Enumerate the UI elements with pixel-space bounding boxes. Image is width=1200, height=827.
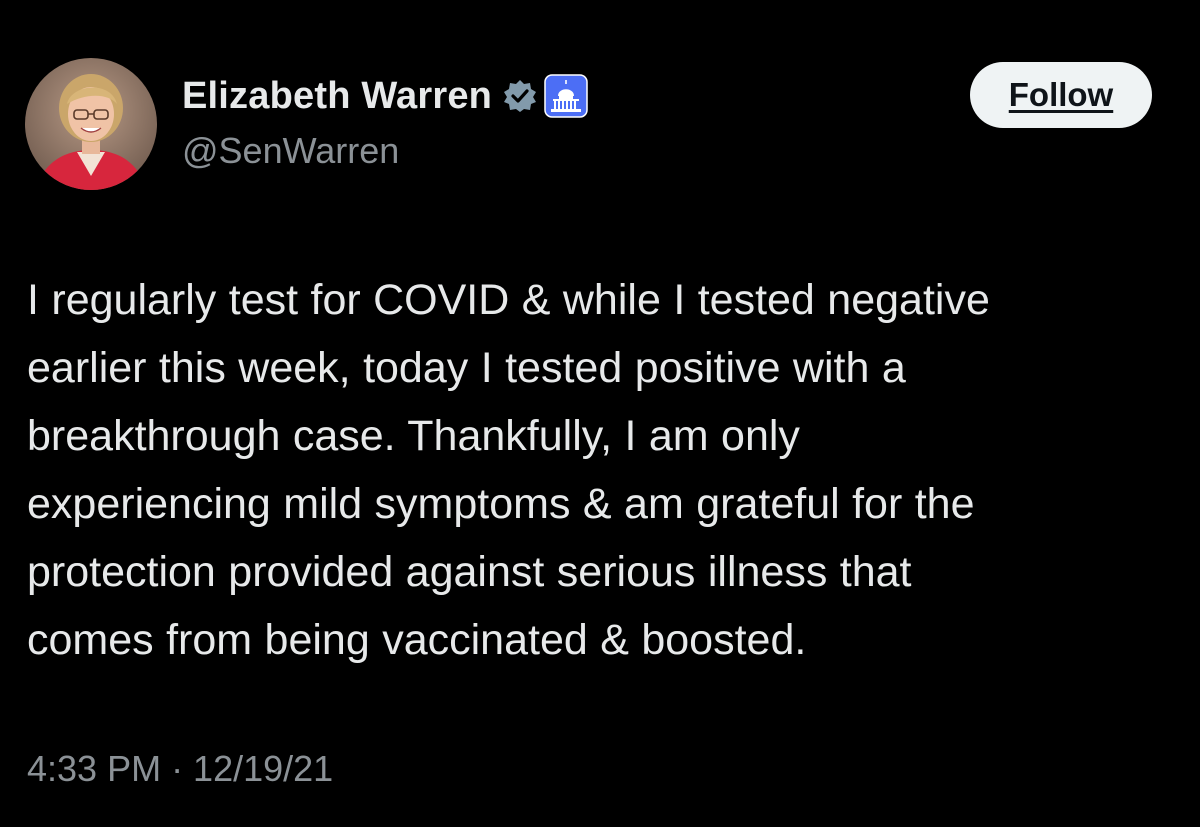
tweet-text-line: I regularly test for COVID & while I tes… (27, 276, 990, 324)
tweet-text-line: comes from being vaccinated & boosted. (27, 616, 807, 664)
tweet-body: I regularly test for COVID & while I tes… (27, 266, 1177, 674)
tweet-text-line: experiencing mild symptoms & am grateful… (27, 480, 975, 528)
tweet-text-line: protection provided against serious illn… (27, 548, 912, 596)
tweet-timestamp[interactable]: 4:33 PM · 12/19/21 (27, 748, 333, 790)
profile-photo-icon (25, 58, 157, 190)
author-name-row: Elizabeth Warren (182, 72, 588, 120)
tweet-text-line: breakthrough case. Thankfully, I am only (27, 412, 800, 460)
author-handle[interactable]: @SenWarren (182, 130, 399, 172)
us-government-capitol-icon (544, 74, 588, 118)
tweet-card: Elizabeth Warren @SenWarren Follow I reg… (0, 0, 1200, 827)
avatar[interactable] (25, 58, 157, 190)
author-display-name[interactable]: Elizabeth Warren (182, 75, 492, 118)
tweet-text-line: earlier this week, today I tested positi… (27, 344, 906, 392)
follow-button[interactable]: Follow (970, 62, 1152, 128)
verified-badge-icon (502, 78, 538, 114)
